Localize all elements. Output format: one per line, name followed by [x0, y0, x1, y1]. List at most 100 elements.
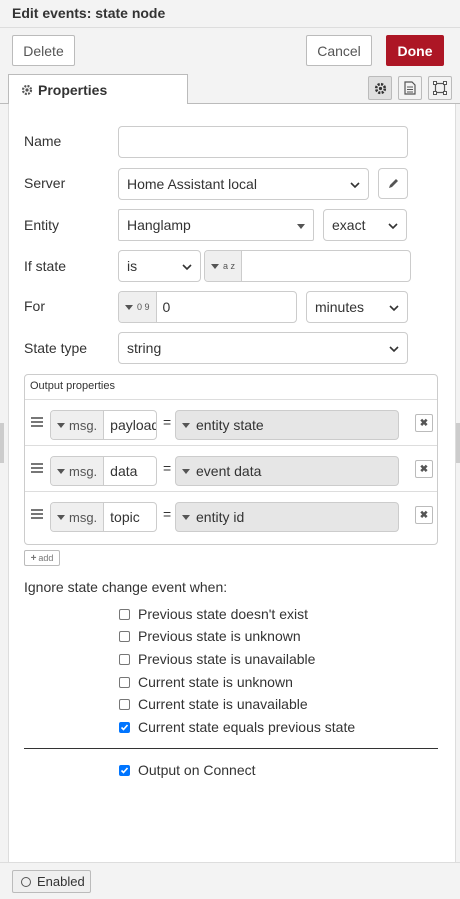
output-property-row: msg. data = event data ✖ [25, 445, 437, 491]
resize-handle[interactable] [0, 423, 4, 463]
drag-handle-icon[interactable] [31, 509, 43, 519]
document-icon [404, 81, 416, 95]
string-type-icon: a z [223, 260, 236, 271]
msg-type-button[interactable]: msg. [51, 457, 105, 485]
checkbox[interactable] [119, 630, 130, 642]
drag-handle-icon[interactable] [31, 417, 43, 427]
msg-prefix: msg. [69, 509, 98, 525]
remove-row-button[interactable]: ✖ [415, 506, 433, 524]
output-property-key-input[interactable]: msg. payload [50, 410, 157, 440]
drag-handle-icon[interactable] [31, 463, 43, 473]
output-on-connect-option[interactable]: Output on Connect [119, 762, 256, 778]
output-on-connect-label: Output on Connect [138, 762, 256, 778]
add-label: add [38, 553, 54, 563]
pencil-icon [388, 179, 398, 188]
ignore-option[interactable]: Previous state doesn't exist [119, 606, 308, 622]
ignore-option-label: Previous state is unavailable [138, 651, 316, 667]
checkbox-checked[interactable] [119, 721, 130, 733]
checkbox[interactable] [119, 653, 130, 665]
ifstate-operator-select[interactable]: is [118, 250, 201, 282]
dropdown-triangle-icon [125, 304, 133, 310]
dropdown-triangle-icon [57, 514, 65, 520]
output-property-value-select[interactable]: event data [175, 456, 399, 486]
output-property-value-select[interactable]: entity id [175, 502, 399, 532]
divider [24, 748, 438, 749]
gear-icon [374, 82, 386, 94]
output-property-row: msg. payload = entity state ✖ [25, 399, 437, 445]
output-property-value-select[interactable]: entity state [175, 410, 399, 440]
circle-icon [21, 876, 31, 887]
checkmark-icon [120, 766, 129, 774]
msg-prefix: msg. [69, 417, 98, 433]
remove-row-button[interactable]: ✖ [415, 460, 433, 478]
dropdown-triangle-icon [297, 224, 305, 229]
ignore-heading: Ignore state change event when: [24, 579, 228, 595]
gear-icon [21, 84, 33, 95]
number-type-icon: 0 9 [137, 301, 150, 312]
ifstate-type-button[interactable]: a z [205, 251, 243, 281]
description-tab-button[interactable] [398, 76, 422, 100]
msg-prefix: msg. [69, 463, 98, 479]
remove-row-button[interactable]: ✖ [415, 414, 433, 432]
enabled-label: Enabled [37, 874, 85, 889]
ignore-option-label: Current state is unknown [138, 674, 293, 690]
tab-properties[interactable]: Properties [8, 74, 188, 105]
cancel-button[interactable]: Cancel [306, 35, 372, 66]
ignore-option[interactable]: Current state equals previous state [119, 719, 355, 735]
chevron-down-icon [388, 223, 398, 230]
ifstate-label: If state [24, 258, 67, 274]
resize-handle[interactable] [456, 423, 460, 463]
ignore-option[interactable]: Current state is unknown [119, 674, 293, 690]
ifstate-operator-value: is [127, 258, 138, 274]
checkbox-checked[interactable] [119, 764, 130, 776]
server-select[interactable]: Home Assistant local [118, 168, 369, 200]
output-property-value: event data [196, 463, 262, 479]
server-label: Server [24, 175, 66, 191]
checkbox[interactable] [119, 608, 130, 620]
for-value-typedinput[interactable]: 0 9 0 [118, 291, 297, 323]
output-property-key-input[interactable]: msg. topic [50, 502, 157, 532]
enabled-toggle-button[interactable]: Enabled [12, 870, 91, 893]
checkbox[interactable] [119, 676, 130, 688]
entity-input[interactable]: Hanglamp [118, 209, 314, 241]
footer: Enabled [0, 862, 460, 899]
chevron-down-icon [389, 346, 399, 353]
settings-tab-button[interactable] [368, 76, 392, 100]
for-unit-select[interactable]: minutes [306, 291, 408, 323]
checkmark-icon [120, 723, 129, 731]
output-properties-title: Output properties [30, 380, 115, 392]
msg-type-button[interactable]: msg. [51, 503, 105, 531]
ignore-option[interactable]: Current state is unavailable [119, 696, 308, 712]
equals-sign: = [163, 414, 172, 430]
add-output-property-button[interactable]: + add [24, 550, 60, 566]
statetype-select[interactable]: string [118, 332, 408, 364]
delete-button[interactable]: Delete [12, 35, 75, 66]
for-type-button[interactable]: 0 9 [119, 292, 157, 322]
ignore-option-label: Previous state doesn't exist [138, 606, 308, 622]
entity-match-select[interactable]: exact [323, 209, 407, 241]
ignore-option[interactable]: Previous state is unavailable [119, 651, 315, 667]
for-unit-value: minutes [315, 299, 365, 315]
msg-type-button[interactable]: msg. [51, 411, 105, 439]
chevron-down-icon [389, 305, 399, 312]
ignore-option-label: Current state equals previous state [138, 719, 356, 735]
ifstate-value-typedinput[interactable]: a z [204, 250, 411, 282]
appearance-tab-button[interactable] [428, 76, 452, 100]
output-property-key-input[interactable]: msg. data [50, 456, 157, 486]
dropdown-triangle-icon [57, 422, 65, 428]
dropdown-triangle-icon [182, 514, 190, 520]
ignore-option-label: Current state is unavailable [138, 696, 308, 712]
ignore-option-label: Previous state is unknown [138, 628, 301, 644]
checkbox[interactable] [119, 698, 130, 710]
ignore-option[interactable]: Previous state is unknown [119, 628, 301, 644]
done-button[interactable]: Done [386, 35, 444, 66]
output-property-row: msg. topic = entity id ✖ [25, 491, 437, 537]
output-property-key: data [110, 463, 138, 479]
output-property-value: entity state [196, 417, 264, 433]
statetype-label: State type [24, 340, 88, 356]
output-property-key: payload [110, 417, 157, 433]
name-input[interactable] [118, 126, 408, 158]
entity-match-value: exact [332, 217, 366, 233]
dropdown-triangle-icon [182, 468, 190, 474]
edit-server-button[interactable] [378, 168, 408, 199]
